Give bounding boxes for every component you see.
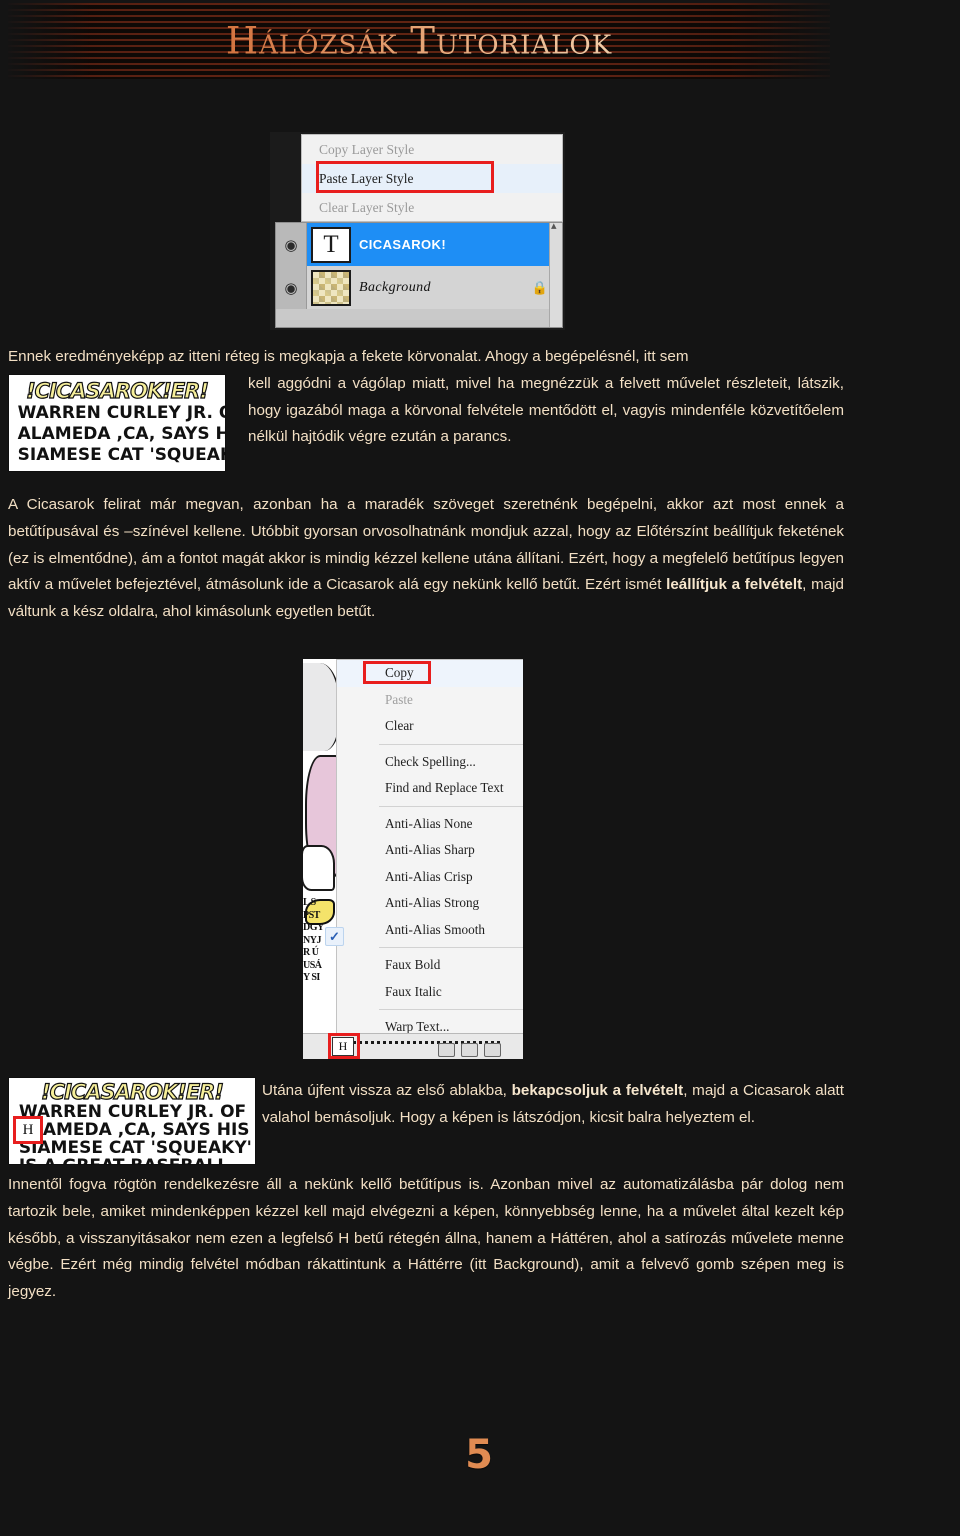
menu-item-find-and-replace-text[interactable]: Find and Replace Text: [337, 775, 523, 802]
comic-panel-bottom: !CICASAROK!ER! WARREN CURLEY JR. OF ALAM…: [8, 1077, 256, 1165]
comic-line: ALAMEDA ,CA, SAYS HIS: [17, 424, 226, 444]
paragraph-2: A Cicasarok felirat már megvan, azonban …: [8, 492, 844, 626]
text-context-menu[interactable]: Copy Paste Clear Check Spelling... Find …: [336, 659, 523, 1054]
menu-item-anti-alias-sharp[interactable]: Anti-Alias Sharp: [337, 837, 523, 864]
layer-thumbnail-image: [311, 269, 351, 306]
menu-item-anti-alias-smooth[interactable]: Anti-Alias Smooth: [337, 917, 523, 944]
canvas-scribble-text: L S PST DGY NYJ R Ú USÁ Y SI: [303, 897, 324, 983]
paragraph-3-part-a: Utána újfent vissza az első ablakba,: [262, 1082, 512, 1099]
page-number: 5: [465, 1432, 495, 1478]
page-header-banner: Hálózsák Tutorialok: [8, 3, 830, 79]
menu-divider: [379, 743, 523, 745]
eye-icon[interactable]: ◉: [276, 266, 307, 309]
layer-name: Background: [359, 279, 431, 295]
eye-icon[interactable]: ◉: [276, 223, 307, 266]
menu-item-copy[interactable]: Copy: [337, 660, 523, 687]
toolbar-icon-2[interactable]: [461, 1043, 478, 1057]
menu-item-faux-italic[interactable]: Faux Italic: [337, 979, 523, 1006]
comic-line: WARREN CURLEY JR. OF: [17, 403, 226, 423]
comic-line: SIAMESE CAT 'SQUEAKY': [17, 445, 225, 465]
menu-item-clear-layer-style[interactable]: Clear Layer Style: [302, 193, 562, 222]
comic-headline: !CICASAROK!ER!: [25, 378, 209, 403]
layer-name: CICASAROK!: [359, 237, 447, 252]
paragraph-3: Utána újfent vissza az első ablakba, bek…: [262, 1078, 844, 1132]
menu-item-anti-alias-strong[interactable]: Anti-Alias Strong: [337, 890, 523, 917]
menu-item-faux-bold[interactable]: Faux Bold: [337, 952, 523, 979]
toolbar-icon-3[interactable]: [484, 1043, 501, 1057]
table-row[interactable]: ◉ T CICASAROK!: [276, 223, 562, 266]
lock-icon: 🔒: [531, 279, 548, 295]
layer-style-context-menu[interactable]: Copy Layer Style Paste Layer Style Clear…: [301, 134, 563, 222]
paragraph-2-bold: leállítjuk a felvételt: [666, 576, 803, 594]
paragraph-3-bold: bekapcsoljuk a felvételt: [511, 1082, 684, 1099]
menu-item-paste-layer-style[interactable]: Paste Layer Style: [302, 164, 562, 193]
canvas-artwork-behind-menu: L S PST DGY NYJ R Ú USÁ Y SI: [303, 659, 336, 1059]
menu-item-check-spelling[interactable]: Check Spelling...: [337, 749, 523, 776]
layer-letter-h: H: [332, 1037, 354, 1056]
cartoon-shape-1: [303, 663, 336, 751]
table-row[interactable]: ◉ Background 🔒: [276, 266, 562, 309]
menu-item-copy-layer-style[interactable]: Copy Layer Style: [302, 135, 562, 164]
comic-line: IS A GREAT BASEBALL: [19, 1157, 250, 1164]
menu-divider: [379, 947, 523, 948]
page-title: Hálózsák Tutorialok: [8, 20, 830, 63]
paragraph-4: Innentől fogva rögtön rendelkezésre áll …: [8, 1176, 844, 1301]
menu-item-paste[interactable]: Paste: [337, 687, 523, 714]
vertical-scrollbar[interactable]: [549, 223, 562, 327]
screenshot-layer-style-menu: Copy Layer Style Paste Layer Style Clear…: [270, 132, 565, 330]
screenshot-text-options-menu: L S PST DGY NYJ R Ú USÁ Y SI Copy Paste …: [303, 659, 523, 1059]
menu-divider: [379, 805, 523, 807]
comic-headline: !CICASAROK!ER!: [40, 1079, 224, 1104]
cartoon-shape-3: [303, 845, 335, 891]
menu-item-anti-alias-crisp[interactable]: Anti-Alias Crisp: [337, 864, 523, 891]
layers-panel: ◉ T CICASAROK! ◉ Background 🔒: [275, 222, 563, 328]
paragraph-1-body: kell aggódni a vágólap miatt, mivel ha m…: [248, 374, 844, 446]
h-layer-marker: H: [13, 1116, 43, 1144]
toolbar-icon-1[interactable]: [438, 1043, 455, 1057]
layer-thumbnail-text: T: [311, 226, 351, 263]
menu-item-anti-alias-none[interactable]: Anti-Alias None: [337, 811, 523, 838]
menu-item-clear[interactable]: Clear: [337, 713, 523, 740]
checkmark-icon: ✓: [325, 927, 344, 946]
comic-panel-top: !CICASAROK!ER! WARREN CURLEY JR. OF ALAM…: [8, 374, 226, 472]
paragraph-1-line-1: Ennek eredményeképp az itteni réteg is m…: [8, 348, 689, 365]
menu-divider: [379, 1009, 523, 1010]
